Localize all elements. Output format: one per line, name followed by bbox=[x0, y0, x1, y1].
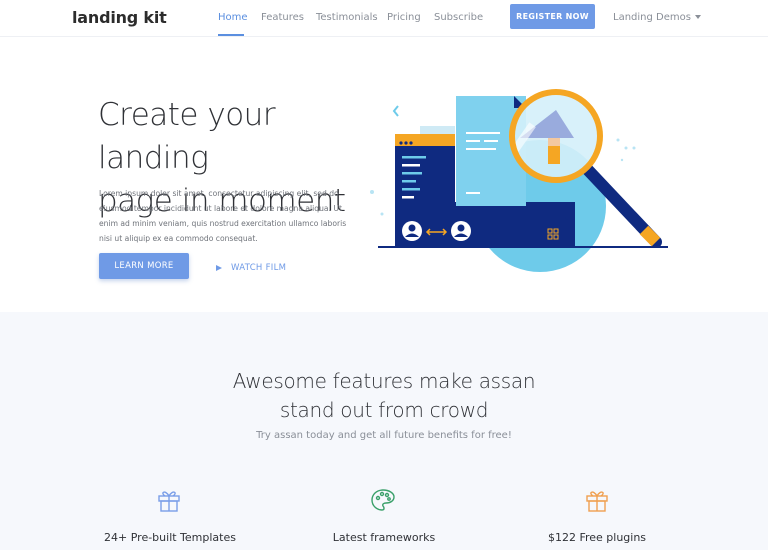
hero-illustration bbox=[370, 89, 668, 272]
palette-icon bbox=[371, 489, 395, 511]
features-subtitle: Try assan today and get all future benef… bbox=[256, 430, 512, 441]
register-now-button[interactable]: REGISTER NOW bbox=[510, 4, 595, 29]
nav-link-subscribe[interactable]: Subscribe bbox=[434, 12, 483, 23]
nav-link-features[interactable]: Features bbox=[261, 12, 304, 23]
gift-icon bbox=[158, 491, 180, 512]
caret-down-icon bbox=[694, 15, 701, 19]
brand-logo[interactable]: landing kit bbox=[72, 8, 167, 27]
feature-label-templates: 24+ Pre-built Templates bbox=[104, 531, 236, 544]
features-title-line-2: stand out from crowd bbox=[279, 398, 489, 422]
feature-label-frameworks: Latest frameworks bbox=[332, 531, 436, 544]
learn-more-button[interactable]: LEARN MORE bbox=[99, 253, 189, 279]
feature-label-plugins: $122 Free plugins bbox=[547, 531, 647, 544]
features-title: Awesome features make assan stand out fr… bbox=[0, 367, 768, 425]
landing-demos-label: Landing Demos bbox=[613, 12, 691, 23]
features-title-line-1: Awesome features make assan bbox=[232, 369, 536, 393]
nav-link-home[interactable]: Home bbox=[218, 12, 248, 23]
nav-link-pricing[interactable]: Pricing bbox=[387, 12, 421, 23]
landing-demos-dropdown[interactable]: Landing Demos bbox=[613, 12, 701, 23]
nav-link-testimonials[interactable]: Testimonials bbox=[316, 12, 378, 23]
gift-icon bbox=[586, 491, 608, 512]
active-nav-indicator bbox=[218, 34, 244, 36]
hero-description: Lorem ipsum dolor sit amet, consectetur … bbox=[99, 189, 347, 243]
play-icon bbox=[216, 265, 222, 271]
watch-film-link[interactable]: WATCH FILM bbox=[216, 263, 286, 273]
hero-title-line-1: Create your landing bbox=[98, 97, 276, 176]
watch-film-label: WATCH FILM bbox=[231, 263, 287, 273]
top-navbar: landing kit Home Features Testimonials P… bbox=[0, 0, 768, 37]
